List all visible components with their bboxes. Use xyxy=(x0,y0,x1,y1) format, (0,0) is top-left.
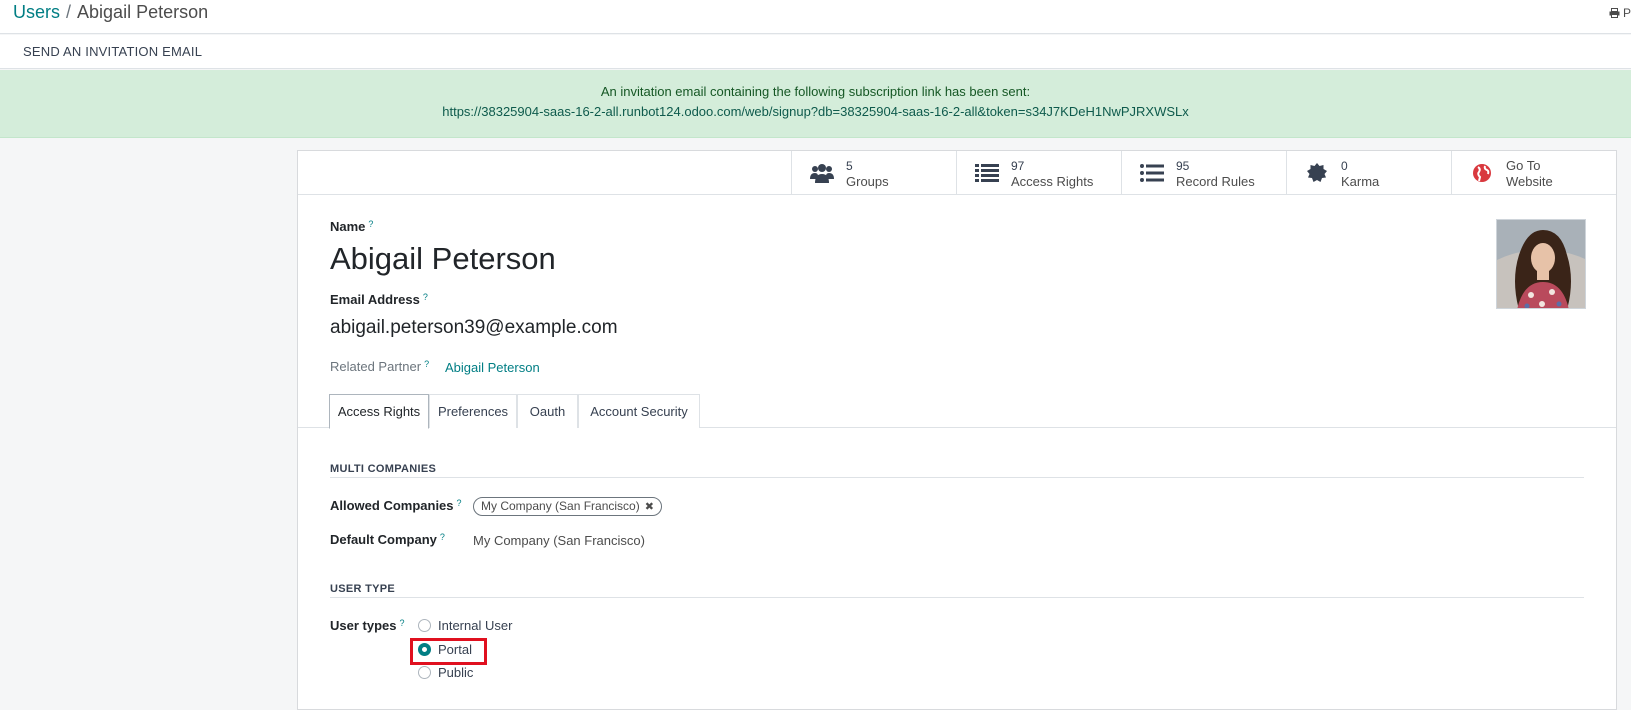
allowed-companies-label-text: Allowed Companies xyxy=(330,498,454,513)
help-tooltip[interactable]: ? xyxy=(423,292,428,302)
avatar-image xyxy=(1497,220,1585,308)
related-partner-label: Related Partner? xyxy=(330,359,429,374)
section-divider xyxy=(330,597,1584,598)
related-partner-link[interactable]: Abigail Peterson xyxy=(445,360,540,375)
alert-signup-link[interactable]: https://38325904-saas-16-2-all.runbot124… xyxy=(0,104,1631,119)
form-sheet: 5 Groups 97 Access Rights 95 Record Rule… xyxy=(297,150,1617,710)
access-rights-count: 97 xyxy=(1011,159,1025,173)
name-field[interactable]: Abigail Peterson xyxy=(330,241,556,277)
help-tooltip[interactable]: ? xyxy=(399,618,404,628)
allowed-companies-label: Allowed Companies? xyxy=(330,498,462,513)
certificate-icon xyxy=(1307,163,1327,182)
globe-icon xyxy=(1473,164,1491,182)
email-label: Email Address? xyxy=(330,292,428,307)
default-company-label-text: Default Company xyxy=(330,532,437,547)
control-panel: Users / Abigail Peterson P xyxy=(0,0,1631,34)
karma-count: 0 xyxy=(1341,159,1348,173)
company-tag: My Company (San Francisco) ✖ xyxy=(473,497,662,516)
breadcrumb-separator: / xyxy=(66,2,72,22)
send-invitation-button[interactable]: SEND AN INVITATION EMAIL xyxy=(23,44,202,59)
form-statusbar: SEND AN INVITATION EMAIL xyxy=(0,35,1631,69)
users-icon xyxy=(810,164,834,183)
radio-internal-user[interactable]: Internal User xyxy=(418,618,512,633)
record-rules-count: 95 xyxy=(1176,159,1190,173)
tab-access-rights[interactable]: Access Rights xyxy=(329,394,429,429)
breadcrumb: Users / Abigail Peterson xyxy=(13,2,208,23)
print-icon xyxy=(1609,8,1620,18)
breadcrumb-users-link[interactable]: Users xyxy=(13,2,60,22)
print-label: P xyxy=(1622,6,1631,20)
invitation-alert: An invitation email containing the follo… xyxy=(0,70,1631,138)
notebook-tabs: Access Rights Preferences Oauth Account … xyxy=(298,394,1616,429)
tab-preferences[interactable]: Preferences xyxy=(429,394,517,428)
record-rules-label: Record Rules xyxy=(1176,174,1255,189)
breadcrumb-current: Abigail Peterson xyxy=(77,2,209,22)
radio-label: Internal User xyxy=(438,618,513,633)
access-rights-label: Access Rights xyxy=(1011,174,1094,189)
related-partner-label-text: Related Partner xyxy=(330,359,422,374)
user-types-label: User types? xyxy=(330,618,405,633)
company-tag-label: My Company (San Francisco) xyxy=(481,499,640,513)
groups-count: 5 xyxy=(846,159,853,173)
website-label-line1: Go To xyxy=(1506,158,1541,173)
user-types-label-text: User types xyxy=(330,618,397,633)
user-avatar[interactable] xyxy=(1496,219,1586,309)
help-tooltip[interactable]: ? xyxy=(457,498,462,508)
record-rules-smart-button[interactable]: 95 Record Rules xyxy=(1121,151,1286,194)
help-tooltip[interactable]: ? xyxy=(424,359,429,369)
website-label-line2: Website xyxy=(1506,174,1553,189)
tab-account-security[interactable]: Account Security xyxy=(578,394,700,428)
groups-smart-button[interactable]: 5 Groups xyxy=(791,151,956,194)
remove-tag-icon[interactable]: ✖ xyxy=(645,501,654,513)
karma-smart-button[interactable]: 0 Karma xyxy=(1286,151,1451,194)
print-button[interactable]: P xyxy=(1609,6,1631,20)
annotation-highlight-box xyxy=(410,638,487,665)
default-company-label: Default Company? xyxy=(330,532,445,547)
smart-buttons: 5 Groups 97 Access Rights 95 Record Rule… xyxy=(298,151,1616,195)
help-tooltip[interactable]: ? xyxy=(440,532,445,542)
email-label-text: Email Address xyxy=(330,292,420,307)
radio-button[interactable] xyxy=(418,619,431,632)
section-divider xyxy=(330,477,1584,478)
multi-companies-title: MULTI COMPANIES xyxy=(330,463,437,475)
go-to-website-smart-button[interactable]: Go To Website xyxy=(1451,151,1617,194)
karma-label: Karma xyxy=(1341,174,1380,189)
default-company-field[interactable]: My Company (San Francisco) xyxy=(473,533,645,548)
groups-label: Groups xyxy=(846,174,889,189)
help-tooltip[interactable]: ? xyxy=(368,219,373,229)
radio-label: Public xyxy=(438,665,474,680)
email-field[interactable]: abigail.peterson39@example.com xyxy=(330,317,618,339)
radio-button[interactable] xyxy=(418,666,431,679)
user-type-title: USER TYPE xyxy=(330,583,396,595)
alert-message: An invitation email containing the follo… xyxy=(600,84,1031,99)
access-rights-smart-button[interactable]: 97 Access Rights xyxy=(956,151,1121,194)
list-icon xyxy=(1140,164,1164,182)
tab-oauth[interactable]: Oauth xyxy=(517,394,578,428)
radio-public[interactable]: Public xyxy=(418,665,473,680)
list-icon xyxy=(975,164,999,182)
name-label: Name? xyxy=(330,219,373,234)
name-label-text: Name xyxy=(330,219,366,234)
